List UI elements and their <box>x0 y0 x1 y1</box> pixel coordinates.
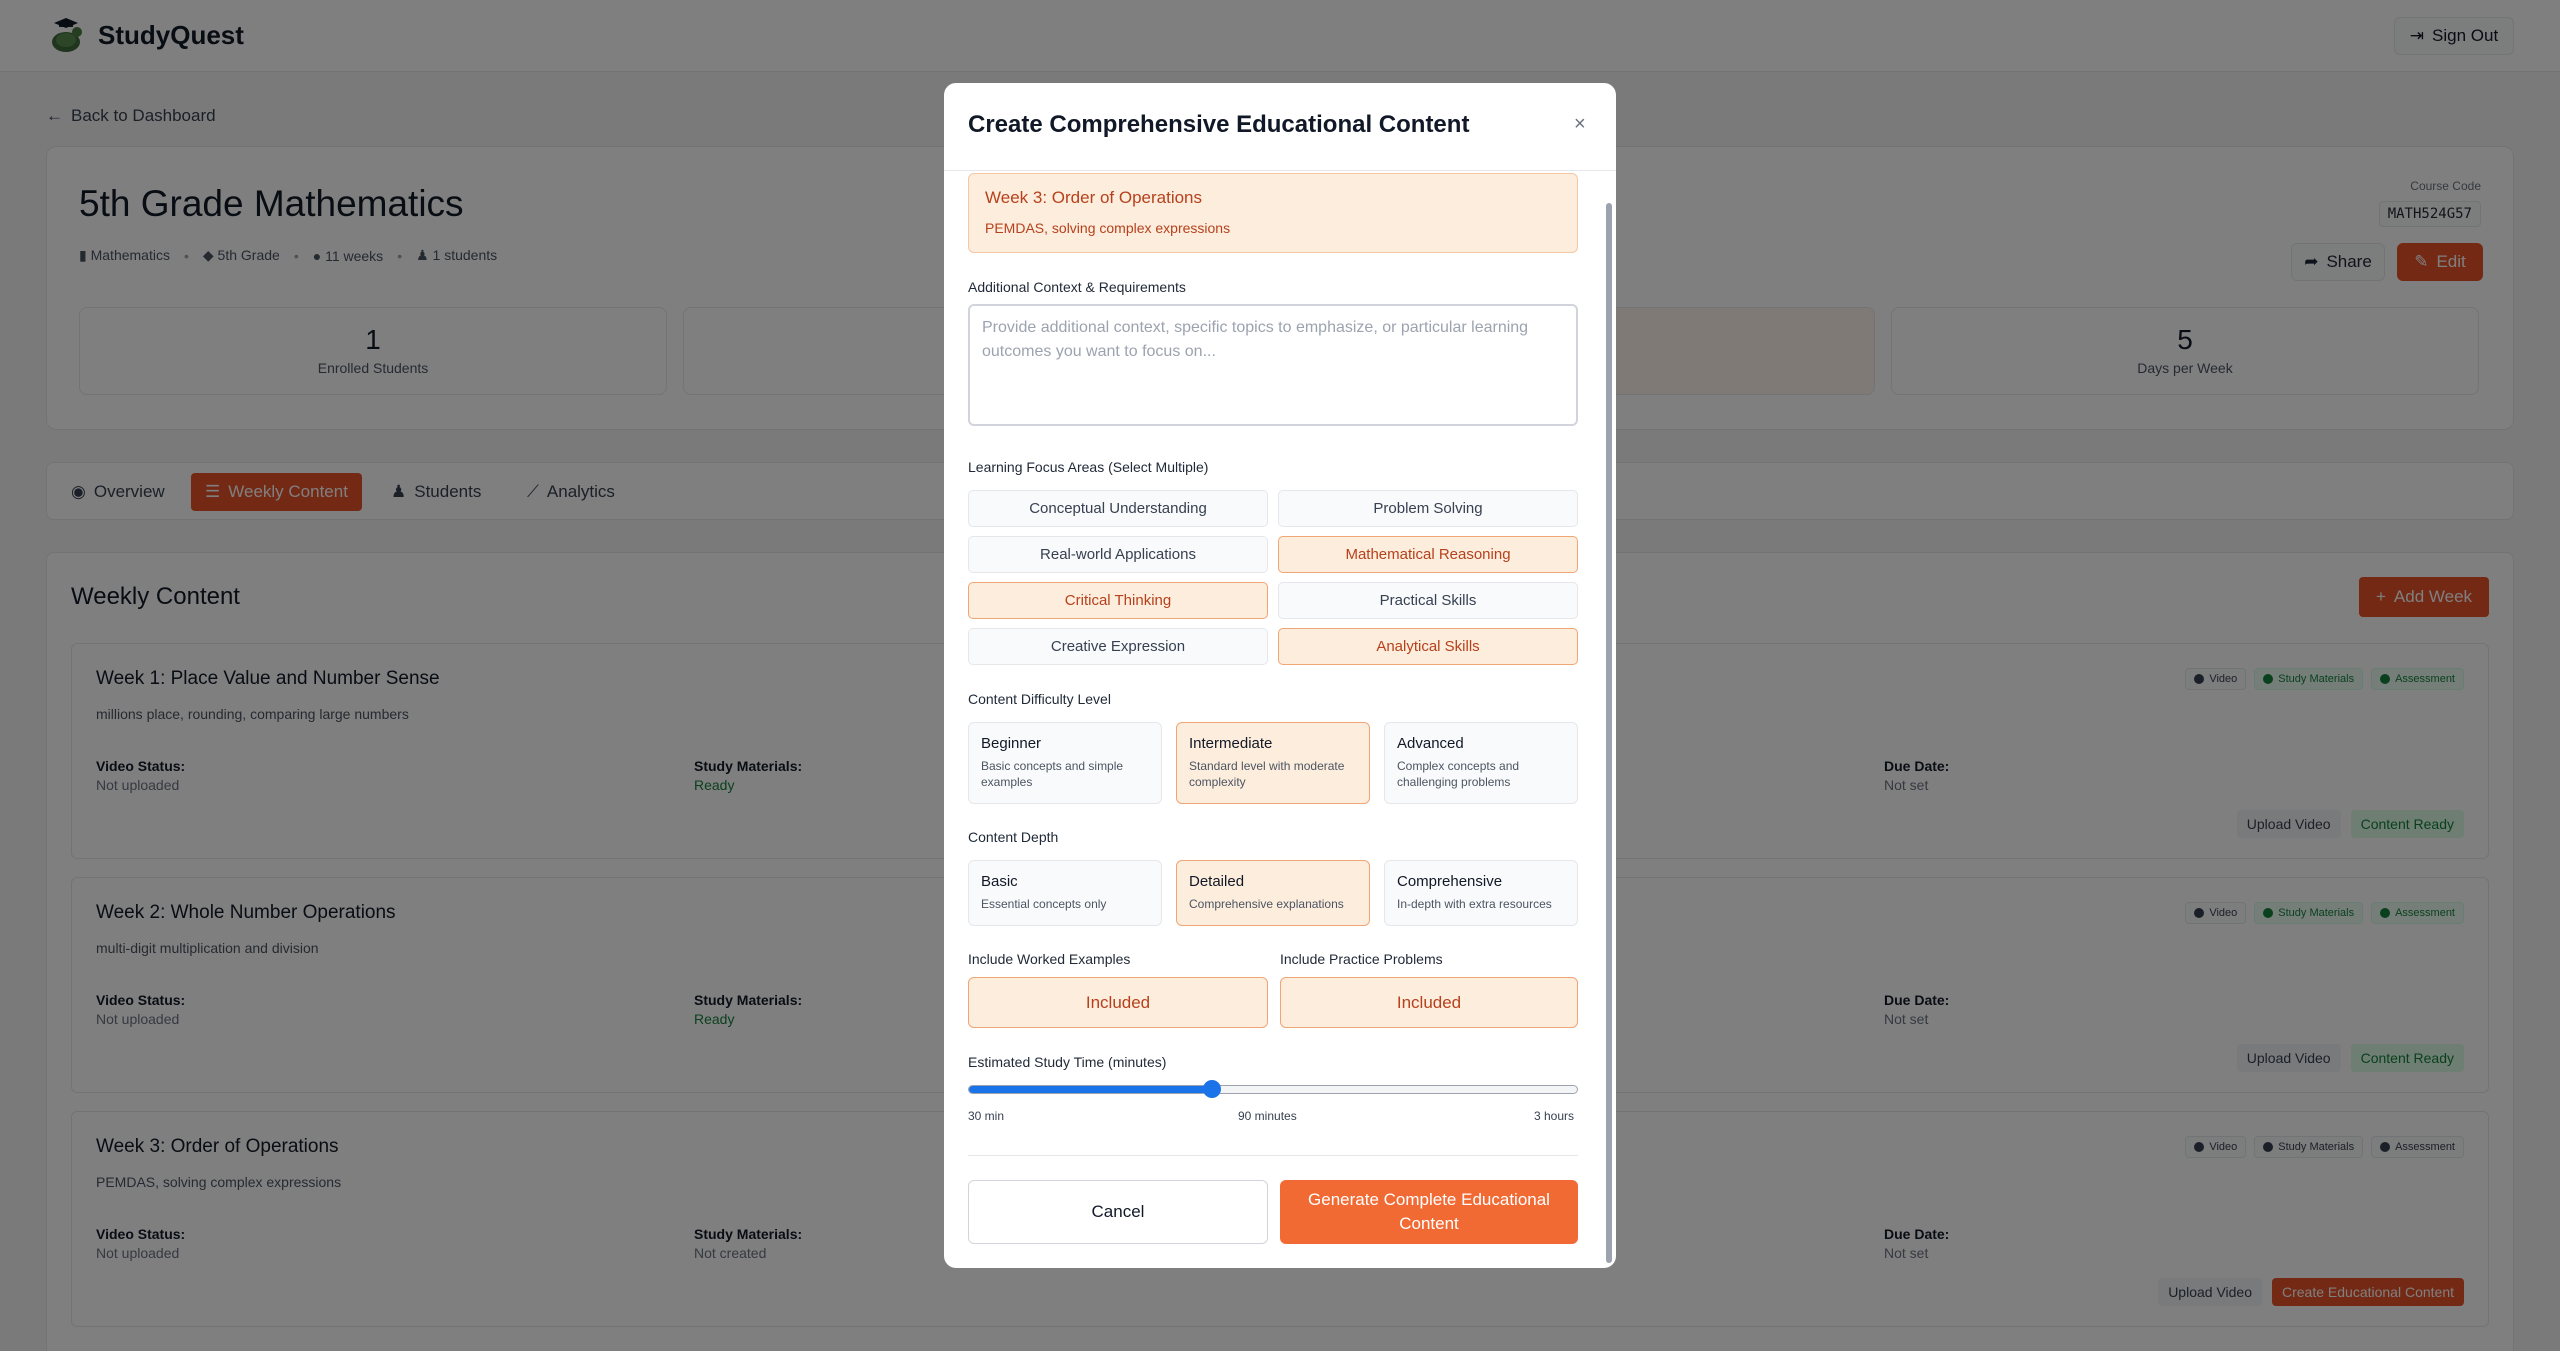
selected-week-title: Week 3: Order of Operations <box>985 188 1203 207</box>
focus-creative-expression[interactable]: Creative Expression <box>968 628 1268 665</box>
difficulty-beginner-option[interactable]: Beginner Basic concepts and simple examp… <box>968 722 1162 804</box>
worked-examples-label: Include Worked Examples <box>968 951 1131 967</box>
slider-thumb[interactable] <box>1203 1080 1221 1098</box>
depth-label: Content Depth <box>968 829 1059 845</box>
focus-analytical-skills[interactable]: Analytical Skills <box>1278 628 1578 665</box>
study-time-label: Estimated Study Time (minutes) <box>968 1054 1167 1070</box>
option-title: Beginner <box>981 735 1042 752</box>
study-time-slider[interactable] <box>968 1085 1578 1094</box>
depth-basic-option[interactable]: Basic Essential concepts only <box>968 860 1162 926</box>
option-description: Complex concepts and challenging problem… <box>1397 759 1520 789</box>
modal-title: Create Comprehensive Educational Content <box>968 111 1470 138</box>
focus-real-world-applications[interactable]: Real-world Applications <box>968 536 1268 573</box>
generate-content-button[interactable]: Generate Complete Educational Content <box>1280 1180 1578 1244</box>
worked-examples-toggle[interactable]: Included <box>968 977 1268 1028</box>
slider-fill <box>969 1086 1213 1093</box>
focus-areas-label: Learning Focus Areas (Select Multiple) <box>968 459 1209 475</box>
modal-divider <box>968 1155 1578 1156</box>
selected-week-box: Week 3: Order of Operations PEMDAS, solv… <box>968 173 1578 253</box>
selected-week-subtitle: PEMDAS, solving complex expressions <box>985 220 1231 236</box>
focus-practical-skills[interactable]: Practical Skills <box>1278 582 1578 619</box>
practice-problems-label: Include Practice Problems <box>1280 951 1443 967</box>
focus-conceptual-understanding[interactable]: Conceptual Understanding <box>968 490 1268 527</box>
focus-critical-thinking[interactable]: Critical Thinking <box>968 582 1268 619</box>
option-title: Basic <box>981 873 1018 890</box>
option-title: Comprehensive <box>1397 873 1503 890</box>
option-description: Basic concepts and simple examples <box>981 759 1124 789</box>
context-label: Additional Context & Requirements <box>968 279 1186 295</box>
focus-mathematical-reasoning[interactable]: Mathematical Reasoning <box>1278 536 1578 573</box>
slider-current-label: 90 minutes <box>1238 1109 1297 1123</box>
difficulty-advanced-option[interactable]: Advanced Complex concepts and challengin… <box>1384 722 1578 804</box>
slider-max-label: 3 hours <box>1534 1109 1575 1123</box>
option-description: In-depth with extra resources <box>1397 897 1552 911</box>
create-content-modal: Week 3: Order of Operations PEMDAS, solv… <box>944 83 1616 1268</box>
option-description: Comprehensive explanations <box>1189 897 1344 911</box>
cancel-button[interactable]: Cancel <box>968 1180 1268 1244</box>
option-title: Intermediate <box>1189 735 1273 752</box>
focus-problem-solving[interactable]: Problem Solving <box>1278 490 1578 527</box>
difficulty-label: Content Difficulty Level <box>968 691 1111 707</box>
option-description: Standard level with moderate complexity <box>1189 759 1345 789</box>
slider-min-label: 30 min <box>968 1109 1005 1123</box>
difficulty-intermediate-option[interactable]: Intermediate Standard level with moderat… <box>1176 722 1370 804</box>
modal-scrollbar-thumb[interactable] <box>1606 203 1612 1263</box>
practice-problems-toggle[interactable]: Included <box>1280 977 1578 1028</box>
option-title: Detailed <box>1189 873 1245 890</box>
modal-header: Create Comprehensive Educational Content… <box>944 83 1616 171</box>
depth-detailed-option[interactable]: Detailed Comprehensive explanations <box>1176 860 1370 926</box>
depth-comprehensive-option[interactable]: Comprehensive In-depth with extra resour… <box>1384 860 1578 926</box>
context-placeholder: Provide additional context, specific top… <box>982 319 1529 360</box>
option-description: Essential concepts only <box>981 897 1107 911</box>
option-title: Advanced <box>1397 735 1464 752</box>
context-textarea[interactable]: Provide additional context, specific top… <box>968 304 1578 426</box>
close-icon[interactable]: × <box>1574 113 1586 136</box>
